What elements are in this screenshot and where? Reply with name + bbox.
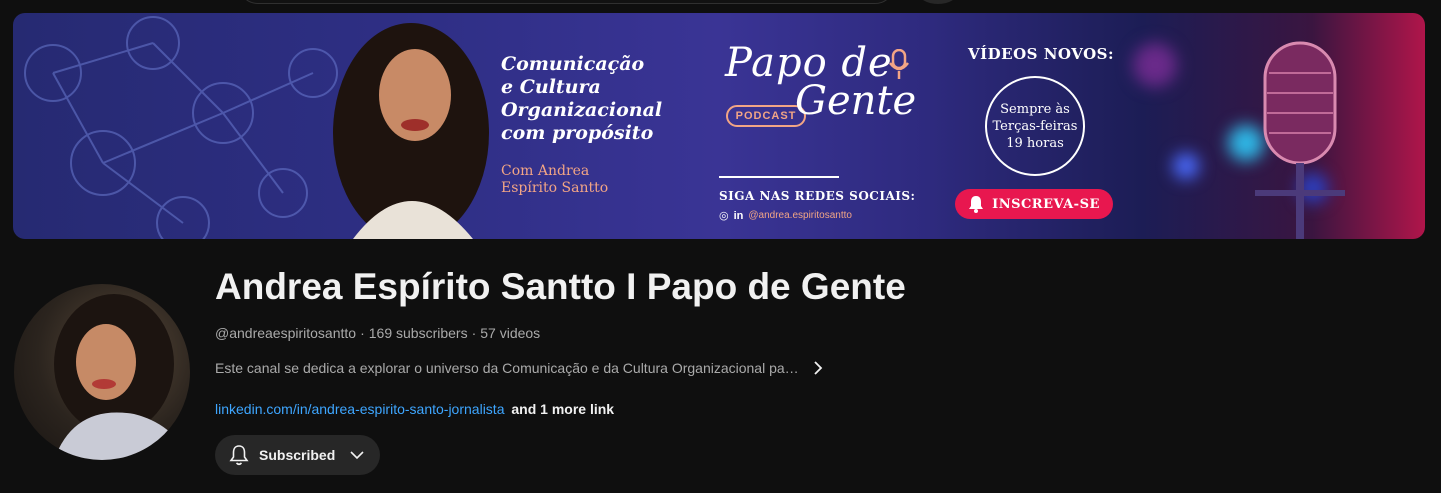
host-portrait <box>333 23 489 239</box>
network-pattern <box>24 16 338 239</box>
channel-banner: Comunicação e Cultura Organizacional com… <box>13 13 1425 239</box>
channel-meta: @andreaespiritosantto · 169 subscribers · 57… <box>215 325 540 341</box>
social-handle-row: ◎ in @andrea.espiritosantto <box>719 209 852 223</box>
linkedin-icon: in <box>733 209 744 222</box>
social-heading: SIGA NAS REDES SOCIAIS: <box>719 189 916 203</box>
subscribed-button[interactable]: Subscribed <box>215 435 380 475</box>
podcast-logo-papo: Papo de <box>725 40 893 86</box>
banner-divider <box>719 176 839 178</box>
banner-subscribe-label: INSCREVA-SE <box>992 196 1100 212</box>
meta-separator: · <box>471 325 477 341</box>
banner-host: Com Andrea Espírito Santto <box>501 163 609 196</box>
video-count: 57 videos <box>480 325 541 341</box>
linkedin-link[interactable]: linkedin.com/in/andrea-espirito-santo-jo… <box>215 401 504 417</box>
bell-icon <box>969 196 984 213</box>
channel-avatar[interactable] <box>14 284 190 460</box>
podcast-label: PODCAST <box>726 105 806 127</box>
description-text: Este canal se dedica a explorar o univer… <box>215 360 799 376</box>
banner-tagline: Comunicação e Cultura Organizacional com… <box>501 53 663 144</box>
banner-subscribe-graphic: INSCREVA-SE <box>955 189 1113 219</box>
channel-handle: @andreaespiritosantto <box>215 325 357 341</box>
channel-links: linkedin.com/in/andrea-espirito-santo-jo… <box>215 401 614 417</box>
meta-separator: · <box>360 325 365 341</box>
schedule-badge: Sempre às Terças-feiras 19 horas <box>985 76 1085 176</box>
channel-description[interactable]: Este canal se dedica a explorar o univer… <box>215 360 823 376</box>
chevron-down-icon <box>350 451 364 460</box>
social-handle: @andrea.espiritosantto <box>748 210 852 221</box>
search-bar-edge[interactable] <box>238 0 895 4</box>
new-videos-heading: VÍDEOS NOVOS: <box>968 45 1115 63</box>
subscriber-count: 169 subscribers <box>368 325 468 341</box>
bell-icon <box>229 445 249 466</box>
instagram-icon: ◎ <box>719 210 729 222</box>
voice-search-button-edge[interactable] <box>918 0 958 4</box>
podcast-mic-icon <box>889 49 909 79</box>
channel-title: Andrea Espírito Santto I Papo de Gente <box>215 266 906 307</box>
chevron-right-icon[interactable] <box>813 360 823 376</box>
more-links-button[interactable]: and 1 more link <box>511 401 614 417</box>
studio-microphone-graphic <box>1255 41 1345 239</box>
subscribed-label: Subscribed <box>259 447 336 463</box>
avatar-photo <box>54 294 190 460</box>
podcast-logo-gente: Gente <box>795 78 917 124</box>
